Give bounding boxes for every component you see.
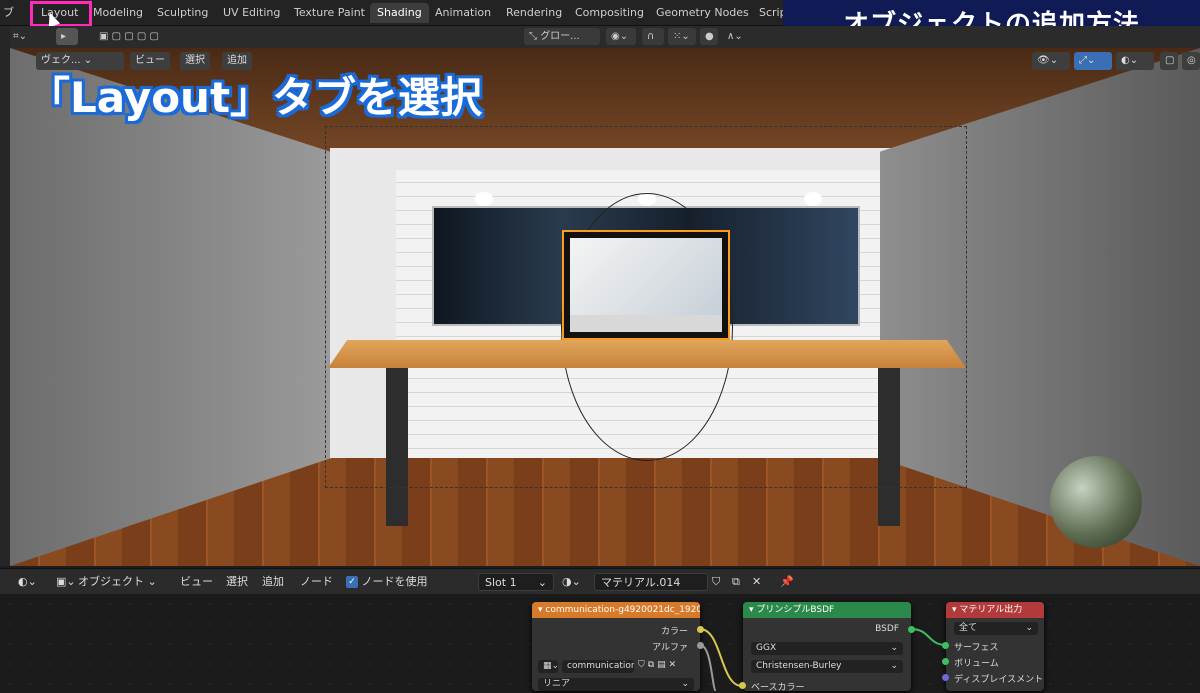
duplicate-material-icon[interactable]: ⧉ xyxy=(732,573,740,591)
node-add-menu[interactable]: 追加 xyxy=(262,573,284,591)
slot-dropdown[interactable]: Slot 1 ⌄ xyxy=(478,573,554,591)
object-dropdown[interactable]: オブジェクト ⌄ xyxy=(78,573,166,591)
falloff-icon[interactable]: ∧⌄ xyxy=(722,28,748,45)
instruction-caption: 「Layout」タブを選択 xyxy=(28,73,483,122)
tab-shading[interactable]: Shading xyxy=(370,3,429,23)
node-menu[interactable]: ノード xyxy=(300,573,333,591)
slot-label: Slot 1 xyxy=(485,576,517,589)
unlink-close-icon[interactable]: ✕ xyxy=(752,573,761,591)
shader-type-icon[interactable]: ▣⌄ xyxy=(56,573,76,591)
pivot-point-icon[interactable]: ◉⌄ xyxy=(606,28,636,45)
overlay-icon[interactable]: ◐⌄ xyxy=(1116,52,1154,70)
hdri-preview-sphere xyxy=(1050,456,1142,548)
proportional-edit-icon[interactable]: ● xyxy=(700,28,718,45)
tab-rendering[interactable]: Rendering xyxy=(499,3,569,23)
menu-fragment[interactable]: ブ xyxy=(0,3,22,23)
fake-user-shield-icon[interactable]: ⛉ xyxy=(712,573,720,591)
visibility-icon[interactable]: 👁⌄ xyxy=(1032,52,1070,70)
select-tool-icon[interactable]: ▸ xyxy=(56,28,78,45)
checkbox-checked-icon: ✓ xyxy=(346,576,358,588)
gizmo-icon[interactable]: ⤢⌄ xyxy=(1074,52,1112,70)
material-browse-icon[interactable]: ◑⌄ xyxy=(562,573,581,591)
alpha-link xyxy=(699,644,717,691)
tab-texture-paint[interactable]: Texture Paint xyxy=(287,3,372,23)
orientation-icon: ⤡ xyxy=(529,31,541,42)
tab-geometry-nodes[interactable]: Geometry Nodes xyxy=(649,3,756,23)
tab-sculpting[interactable]: Sculpting xyxy=(150,3,215,23)
color-link xyxy=(699,628,743,687)
tab-uv-editing[interactable]: UV Editing xyxy=(216,3,287,23)
snap-target-icon[interactable]: ⁙⌄ xyxy=(668,28,696,45)
snap-icon[interactable]: ∩ xyxy=(642,28,664,45)
layout-tab-highlight-box xyxy=(30,1,92,27)
tab-animation[interactable]: Animation xyxy=(428,3,498,23)
node-editor-header: ◐⌄ ▣⌄ オブジェクト ⌄ ビュー 選択 追加 ノード ✓ ノードを使用 Sl… xyxy=(0,568,1200,594)
node-view-menu[interactable]: ビュー xyxy=(180,573,213,591)
orientation-label: グロー... xyxy=(540,31,580,42)
tab-modeling[interactable]: Modeling xyxy=(86,3,150,23)
node-links xyxy=(699,628,947,691)
node-select-menu[interactable]: 選択 xyxy=(226,573,248,591)
node-editor-canvas[interactable]: ▾ communication-g4920021dc_1920.png カラー … xyxy=(0,594,1200,693)
editor-type-button[interactable]: ⌗⌄ xyxy=(8,28,32,45)
tool-header: ⌗⌄ ▸ ▣ ▢ ▢ ▢ ▢ ⤡ グロー... ◉⌄ ∩ ⁙⌄ ● ∧⌄ xyxy=(0,26,1200,48)
select-mode-icons[interactable]: ▣ ▢ ▢ ▢ ▢ xyxy=(94,28,180,45)
camera-frame xyxy=(325,126,967,488)
object-dropdown-label: オブジェクト xyxy=(78,575,144,588)
shading-solid-icon[interactable]: ◎ xyxy=(1182,52,1200,70)
editor-type-icon[interactable]: ◐⌄ xyxy=(18,573,37,591)
pin-icon[interactable]: 📌 xyxy=(780,573,794,591)
tab-compositing[interactable]: Compositing xyxy=(568,3,651,23)
bsdf-surface-link xyxy=(910,628,947,646)
use-nodes-label: ノードを使用 xyxy=(361,575,428,588)
left-edge-strip xyxy=(0,26,10,566)
material-name-field[interactable]: マテリアル.014 xyxy=(594,573,708,591)
transform-orientation-dropdown[interactable]: ⤡ グロー... xyxy=(524,28,600,45)
use-nodes-checkbox[interactable]: ✓ ノードを使用 xyxy=(346,573,428,591)
xray-icon[interactable]: ▢ xyxy=(1160,52,1178,70)
